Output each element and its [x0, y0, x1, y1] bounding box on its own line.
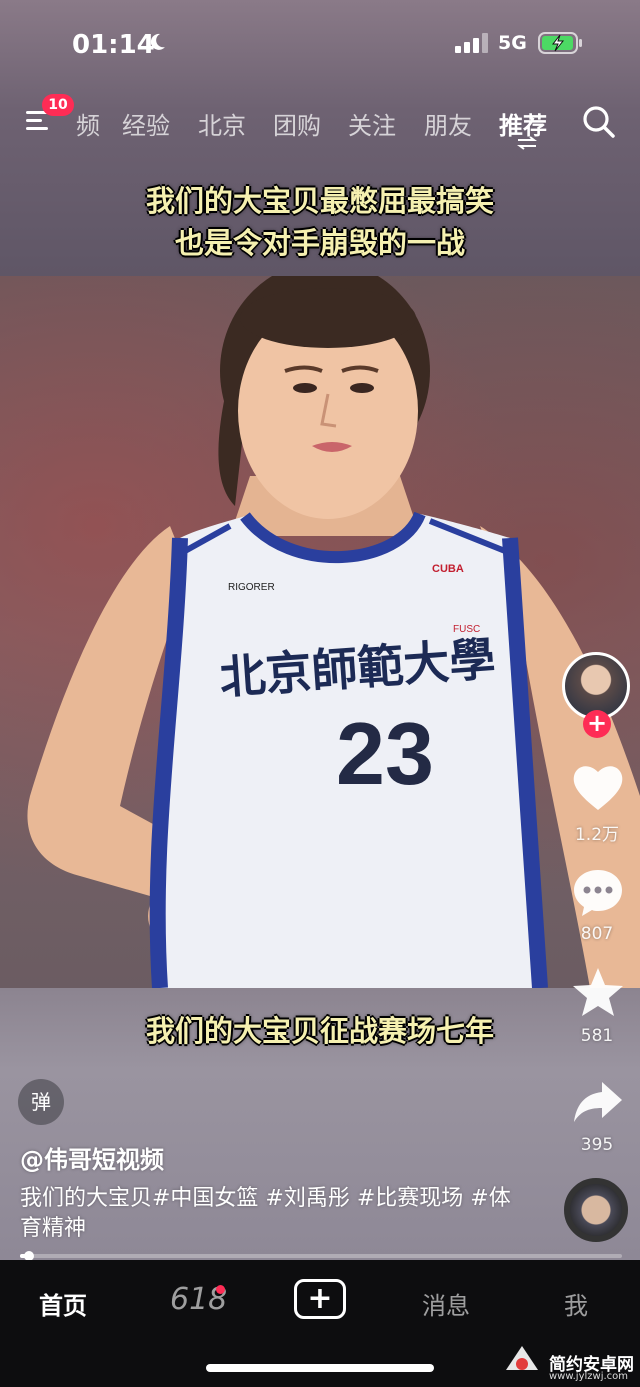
tab-partial[interactable]: 频 [76, 106, 100, 141]
tab-beijing[interactable]: 北京 [198, 106, 246, 141]
notification-badge: 10 [42, 94, 74, 116]
watermark-url: www.jylzwj.com [549, 1371, 629, 1382]
promo-dot [216, 1285, 225, 1294]
caption-line-3: 我们的大宝贝征战赛场七年 [145, 1014, 494, 1048]
tab-experience[interactable]: 经验 [122, 106, 170, 141]
tab-group-buy[interactable]: 团购 [273, 106, 321, 141]
tab-home[interactable]: 首页 [39, 1286, 87, 1321]
like-count: 1.2万 [574, 825, 620, 845]
share-icon[interactable] [570, 1076, 626, 1128]
heart-icon[interactable] [570, 762, 626, 814]
music-disc[interactable] [564, 1178, 628, 1242]
tab-me[interactable]: 我 [564, 1286, 588, 1321]
moon-icon [150, 33, 165, 50]
follow-button[interactable]: + [583, 710, 611, 738]
tab-friends[interactable]: 朋友 [424, 106, 472, 141]
network-type: 5G [498, 32, 527, 54]
share-count: 395 [580, 1135, 614, 1155]
jersey-league: CUBA [432, 563, 464, 575]
caption-line-2: 也是令对手崩毁的一战 [174, 226, 465, 260]
video-description[interactable]: 我们的大宝贝#中国女篮 #刘禹彤 #比赛现场 #体育精神 [20, 1184, 520, 1244]
signal-icon [455, 33, 488, 53]
comment-count: 807 [580, 924, 614, 944]
progress-bar[interactable] [20, 1251, 622, 1261]
switch-icon [517, 136, 537, 150]
search-icon[interactable] [582, 105, 616, 139]
tab-following[interactable]: 关注 [348, 106, 396, 141]
create-post-button[interactable]: + [294, 1279, 346, 1319]
favorite-count: 581 [580, 1026, 614, 1046]
danmaku-toggle-button[interactable]: 弹 [18, 1079, 64, 1125]
basketball-player-image: RIGORER CUBA FUSC 北京師範大學 23 [27, 276, 640, 988]
tab-messages[interactable]: 消息 [422, 1286, 470, 1321]
jersey-number: 23 [336, 704, 434, 803]
video-frame[interactable]: RIGORER CUBA FUSC 北京師範大學 23 [0, 276, 640, 988]
author-name[interactable]: @伟哥短视频 [20, 1140, 164, 1175]
star-icon[interactable] [570, 966, 626, 1018]
caption-line-1: 我们的大宝贝最憋屈最搞笑 [145, 184, 494, 218]
status-time: 01:14 [72, 30, 155, 60]
jersey-brand: RIGORER [228, 582, 275, 593]
battery-charging-icon [538, 32, 582, 54]
home-indicator[interactable] [206, 1364, 434, 1372]
comment-icon[interactable] [570, 866, 626, 918]
